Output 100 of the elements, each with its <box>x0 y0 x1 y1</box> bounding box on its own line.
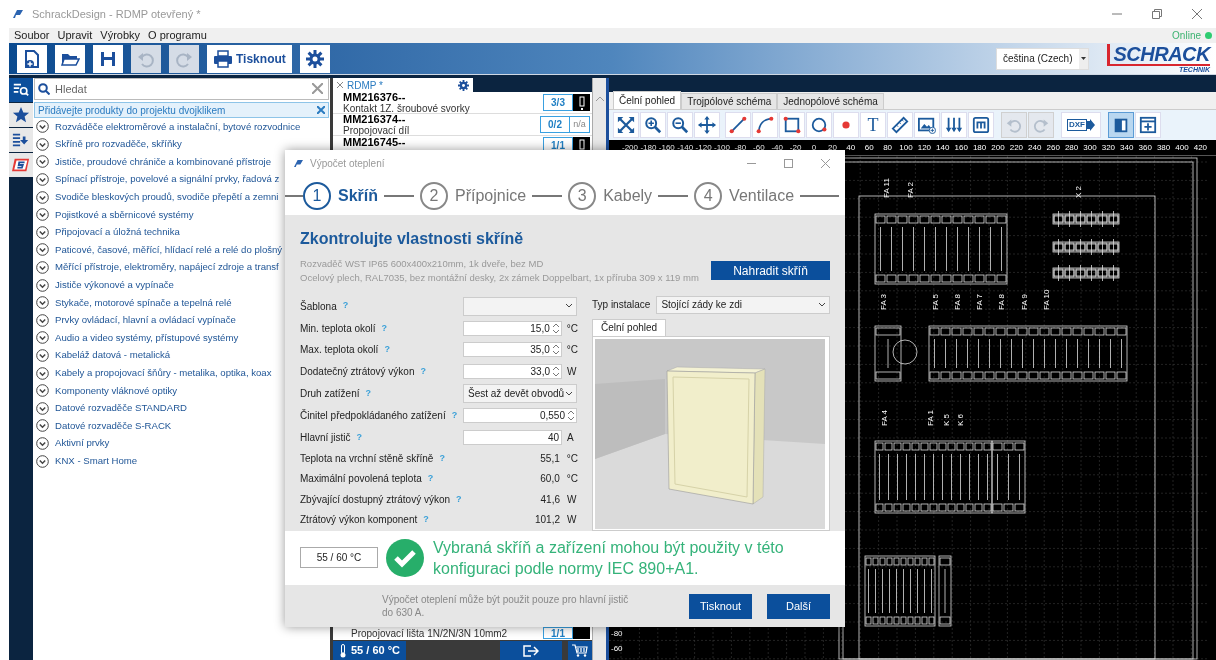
menu-item[interactable]: Výrobky <box>100 27 141 44</box>
view-tab[interactable]: Trojpólové schéma <box>681 93 778 109</box>
rect-tool[interactable] <box>779 112 805 138</box>
image-tool[interactable] <box>914 112 940 138</box>
text-tool[interactable]: T <box>860 112 886 138</box>
expand-icon[interactable] <box>36 331 49 345</box>
door-tool[interactable] <box>1108 112 1134 138</box>
number-field[interactable]: 15,0 <box>462 320 562 336</box>
category-item[interactable]: Připojovací a úložná technika <box>55 225 180 240</box>
category-item[interactable]: Jističe, proudové chrániče a kombinované přístroje <box>55 154 271 170</box>
number-field[interactable]: 0,550 <box>463 408 577 424</box>
expand-icon[interactable] <box>36 243 49 257</box>
align-tool[interactable] <box>941 112 967 138</box>
category-item[interactable]: Spínací přístroje, povelové a signální prvky, řadová z <box>55 172 280 187</box>
category-item[interactable]: Prvky ovládací, hlavní a ovládací vypínače <box>55 313 236 328</box>
replace-button[interactable]: Nahradit skříň <box>711 261 830 281</box>
expand-icon[interactable] <box>36 173 49 187</box>
side-tab[interactable] <box>9 153 33 177</box>
spinner-icon[interactable] <box>552 322 559 334</box>
export-tool[interactable]: DXF <box>1061 112 1101 138</box>
category-item[interactable]: Kabeláž datová - metalická <box>55 348 171 363</box>
arc-tool[interactable] <box>752 112 778 138</box>
gear-icon[interactable] <box>458 79 469 91</box>
category-item[interactable]: Jističe výkonové a vypínače <box>55 277 174 293</box>
category-item[interactable]: Svodiče bleskových proudů, svodiče přepětí a zemni <box>55 189 279 205</box>
close-icon[interactable] <box>1192 9 1202 19</box>
pan-tool[interactable] <box>694 112 720 138</box>
category-item[interactable]: Datové rozvaděče S-RACK <box>55 418 172 434</box>
language-select[interactable]: čeština (Czech) <box>996 47 1089 70</box>
module-tool[interactable] <box>968 112 994 138</box>
step[interactable]: 1 Skříň <box>303 182 378 211</box>
step[interactable]: 4 Ventilace <box>694 182 795 211</box>
expand-icon[interactable] <box>36 454 49 468</box>
open-button[interactable] <box>55 44 85 73</box>
expand-icon[interactable] <box>36 261 49 275</box>
zoom-in-tool[interactable] <box>640 112 666 138</box>
spinner-icon[interactable] <box>553 365 559 377</box>
cart-button[interactable] <box>568 640 592 660</box>
menu-item[interactable]: Upravit <box>57 27 93 44</box>
category-item[interactable]: Komponenty vláknové optiky <box>55 383 178 398</box>
save-button[interactable] <box>93 44 123 73</box>
step[interactable]: 2 Přípojnice <box>420 182 527 211</box>
category-item[interactable]: KNX - Smart Home <box>55 453 138 469</box>
close-icon[interactable] <box>317 106 325 114</box>
maximize-icon[interactable] <box>784 159 793 169</box>
category-item[interactable]: Měřící přístroje, elektroměry, napájecí zdroje a transf <box>55 260 279 275</box>
spinner-icon[interactable] <box>568 410 574 422</box>
expand-icon[interactable] <box>36 313 49 327</box>
category-item[interactable]: Datové rozvaděče STANDARD <box>55 401 188 416</box>
expand-icon[interactable] <box>36 401 49 415</box>
menu-item[interactable]: Soubor <box>14 27 50 44</box>
search-field[interactable]: Hledat <box>34 78 329 100</box>
expand-icon[interactable] <box>36 296 49 310</box>
side-tab[interactable] <box>9 103 33 127</box>
zoom-out-tool[interactable] <box>667 112 693 138</box>
dropdown[interactable]: Šest až devět obvodů <box>463 384 577 404</box>
settings-button[interactable] <box>299 44 330 73</box>
view-tab[interactable]: Čelní pohled <box>592 318 667 336</box>
category-item[interactable]: Stykače, motorové spínače a tepelná relé <box>55 295 232 310</box>
category-item[interactable]: Kabely a propojovací šňůry - metalika, optika, koax <box>55 365 272 381</box>
ruler-tool[interactable] <box>887 112 913 138</box>
restore-icon[interactable] <box>1152 9 1162 19</box>
side-tab[interactable] <box>9 78 33 102</box>
line-tool[interactable] <box>725 112 751 138</box>
expand-icon[interactable] <box>36 155 49 169</box>
print-button[interactable]: Tisknout <box>207 44 292 73</box>
installation-select[interactable]: Stojící zády ke zdi <box>656 295 830 314</box>
category-item[interactable]: Skříně pro rozvaděče, skříňky <box>55 137 182 152</box>
number-field[interactable]: 40 <box>463 429 562 445</box>
view-tab[interactable]: Jednopólové schéma <box>777 93 884 109</box>
category-item[interactable]: Paticové, časové, měřící, hlídací relé a relé do plošný <box>55 242 283 258</box>
expand-icon[interactable] <box>36 208 49 222</box>
category-item[interactable]: Audio a video systémy, přístupové systémy <box>55 330 239 346</box>
expand-icon[interactable] <box>36 278 49 292</box>
export-button[interactable] <box>500 640 562 660</box>
spinner-icon[interactable] <box>552 344 559 356</box>
expand-icon[interactable] <box>36 419 49 433</box>
expand-icon[interactable] <box>36 120 49 134</box>
category-item[interactable]: Pojistkové a sběrnicové systémy <box>55 207 194 222</box>
project-tab[interactable]: RDMP * <box>333 78 473 92</box>
step[interactable]: 3 Kabely <box>568 182 653 211</box>
new-button[interactable] <box>17 44 47 73</box>
expand-icon[interactable] <box>36 437 49 450</box>
circle-tool[interactable] <box>806 112 832 138</box>
expand-icon[interactable] <box>36 137 49 151</box>
close-icon[interactable] <box>337 82 343 88</box>
menu-item[interactable]: O programu <box>148 27 207 44</box>
clear-icon[interactable] <box>312 83 323 94</box>
expand-icon[interactable] <box>36 384 49 398</box>
dialog-button[interactable]: Tisknout <box>689 593 752 619</box>
expand-icon[interactable] <box>36 366 49 380</box>
number-field[interactable]: 33,0 <box>463 363 562 379</box>
point-tool[interactable] <box>833 112 859 138</box>
category-item[interactable]: Aktivní prvky <box>55 436 110 451</box>
number-field[interactable]: 35,0 <box>462 342 562 358</box>
dialog-button[interactable]: Další <box>767 593 830 619</box>
category-item[interactable]: Rozváděče elektroměrové a instalační, bytové rozvodnice <box>55 119 301 134</box>
close-icon[interactable] <box>821 159 830 169</box>
add-view-tool[interactable] <box>1135 112 1161 138</box>
expand-icon[interactable] <box>36 190 49 204</box>
